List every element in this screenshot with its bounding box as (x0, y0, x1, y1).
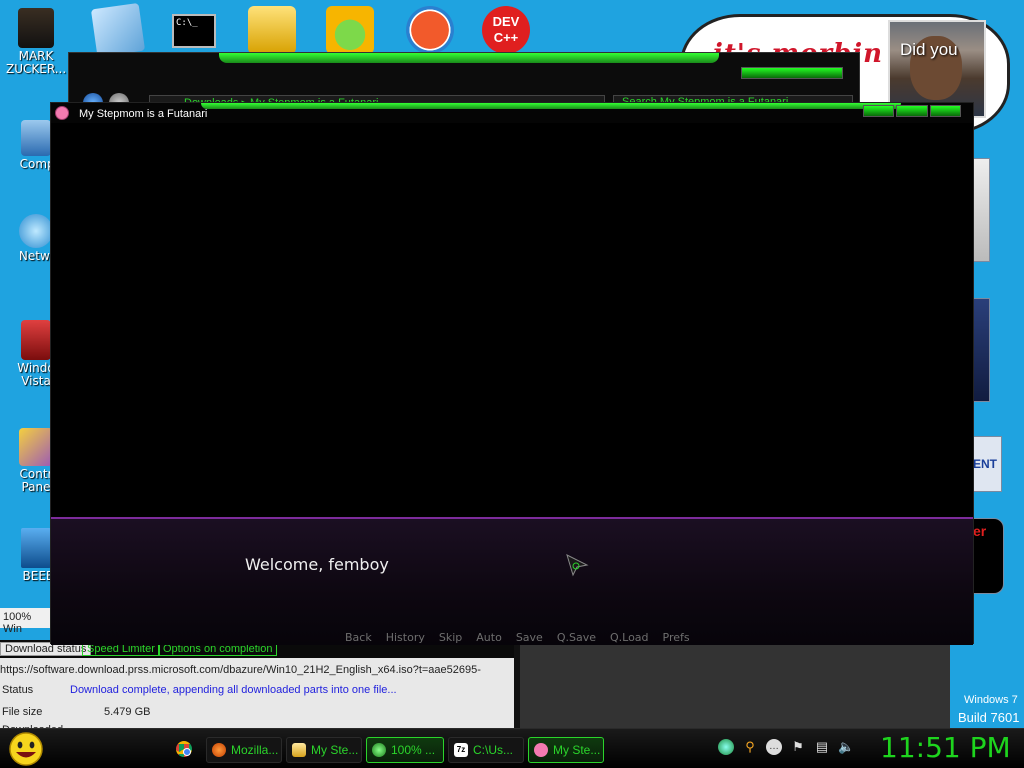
taskbar-item-renpy[interactable]: My Ste... (528, 737, 604, 763)
folder-icon (292, 743, 306, 757)
quick-menu-qload[interactable]: Q.Load (610, 631, 649, 644)
control-panel-icon (19, 428, 53, 466)
window-controls[interactable] (741, 67, 843, 79)
right-thumbnail-2 (972, 298, 990, 402)
right-red-box: er (972, 518, 1004, 594)
computer-icon (21, 120, 51, 156)
quick-menu-save[interactable]: Save (516, 631, 543, 644)
pidgin-p-icon[interactable] (406, 6, 454, 54)
quick-menu-skip[interactable]: Skip (439, 631, 462, 644)
download-percent-label: 100% Win (0, 608, 56, 635)
recycle-bin-icon (21, 320, 51, 360)
right-thumbnail-1 (972, 158, 990, 262)
volume-icon[interactable]: 🔈 (838, 739, 854, 755)
7zip-icon: 7z (454, 743, 468, 757)
dialogue-box[interactable] (51, 517, 973, 645)
cmd-icon-label: C:\_ (176, 18, 198, 28)
quick-menu-back[interactable]: Back (345, 631, 372, 644)
chat-icon[interactable]: … (766, 739, 782, 755)
renpy-icon (534, 743, 548, 757)
desktop-icon-label: MARK ZUCKER... (6, 49, 67, 76)
text-doc-icon[interactable] (90, 2, 146, 58)
tray-network-globe-icon[interactable] (718, 739, 734, 755)
devcpp-icon[interactable]: DEV C++ (482, 6, 530, 54)
vn-titlebar[interactable]: My Stepmom is a Futanari (51, 103, 973, 123)
right-er-label: er (973, 523, 987, 539)
status-label: Status (2, 684, 34, 696)
search-icon[interactable]: ⚲ (742, 739, 758, 755)
quick-menu-qsave[interactable]: Q.Save (557, 631, 596, 644)
taskbar-item-folder[interactable]: My Ste... (286, 737, 362, 763)
maximize-button[interactable] (896, 105, 928, 117)
status-value: Download complete, appending all downloa… (70, 684, 397, 696)
close-button[interactable] (929, 105, 961, 117)
network-globe-icon (19, 214, 53, 248)
taskbar-item-7zip[interactable]: 7z C:\Us... (448, 737, 524, 763)
right-ent-box: ENT (972, 436, 1002, 492)
download-icon (372, 743, 386, 757)
download-status-panel[interactable]: Download status Speed Limiter Options on… (0, 640, 514, 730)
mouse-cursor-icon (566, 554, 589, 577)
taskbar-item-label: Mozilla... (231, 743, 279, 757)
download-right-pane (514, 640, 950, 730)
photo-caption: Did you (900, 40, 958, 59)
chrome-icon[interactable] (176, 741, 192, 757)
taskbar-item-firefox[interactable]: Mozilla... (206, 737, 282, 763)
renpy-icon (55, 106, 69, 120)
action-center-flag-icon[interactable]: ⚑ (790, 739, 806, 755)
taskbar-item-label: 100% ... (391, 743, 436, 757)
firefox-icon (212, 743, 226, 757)
file-icon (21, 528, 51, 568)
windows-build: Build 7601 (958, 710, 1020, 725)
window-glow-bar (201, 103, 901, 109)
quick-menu-prefs[interactable]: Prefs (663, 631, 690, 644)
window-controls (863, 105, 961, 117)
start-smiley-icon[interactable] (6, 731, 46, 767)
minimize-button[interactable] (863, 105, 895, 117)
right-ent-label: ENT (973, 457, 997, 471)
taskbar: Mozilla... My Ste... 100% ... 7z C:\Us..… (0, 728, 1024, 768)
quick-menu-auto[interactable]: Auto (476, 631, 502, 644)
taskbar-item-label: C:\Us... (473, 743, 514, 757)
taskbar-item-label: My Ste... (311, 743, 359, 757)
quick-menu: Back History Skip Auto Save Q.Save Q.Loa… (345, 631, 690, 644)
window-glow-bar (219, 53, 719, 63)
visual-novel-window[interactable]: My Stepmom is a Futanari Welcome, femboy… (50, 102, 974, 645)
filesize-label: File size (2, 706, 43, 718)
network-icon[interactable]: ▤ (814, 739, 830, 755)
window-title: My Stepmom is a Futanari (79, 108, 208, 120)
taskbar-item-download[interactable]: 100% ... (366, 737, 444, 763)
person-icon (18, 8, 54, 48)
winrar-icon[interactable] (248, 6, 296, 54)
cmd-icon[interactable]: C:\_ (172, 14, 216, 48)
windows-version: Windows 7 (964, 694, 1018, 706)
angry-birds-pig-icon[interactable] (326, 6, 374, 54)
desktop-icon-mark-zuckerberg[interactable]: MARK ZUCKER... (0, 8, 72, 76)
filesize-value: 5.479 GB (104, 706, 151, 718)
download-url: https://software.download.prss.microsoft… (0, 664, 481, 676)
dialogue-text: Welcome, femboy (245, 555, 389, 574)
devcpp-label: DEV C++ (492, 14, 520, 45)
system-tray: ⚲ … ⚑ ▤ 🔈 (718, 739, 854, 755)
taskbar-item-label: My Ste... (553, 743, 601, 757)
quick-menu-history[interactable]: History (386, 631, 425, 644)
clock[interactable]: 11:51 PM (880, 731, 1011, 764)
